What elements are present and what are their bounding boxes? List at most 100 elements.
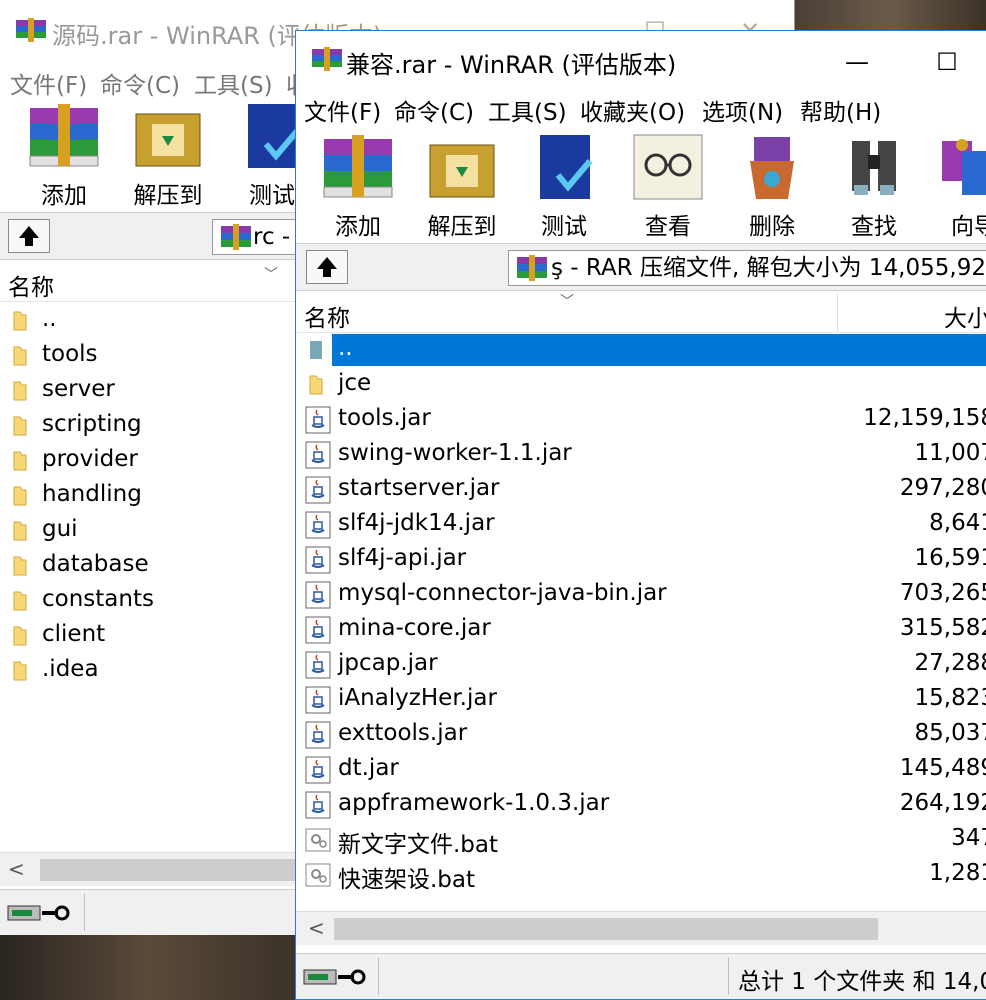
menu-favorites[interactable]: 收藏夹(O) bbox=[580, 93, 685, 127]
scroll-thumb[interactable] bbox=[334, 918, 878, 940]
file-size: 347 bbox=[951, 825, 986, 851]
table-row[interactable]: jpcap.jar 27,288 bbox=[296, 648, 986, 683]
table-row[interactable]: appframework-1.0.3.jar 264,192 bbox=[296, 788, 986, 823]
view-button[interactable]: 查看 bbox=[616, 131, 720, 240]
folder-icon bbox=[309, 375, 323, 395]
folder-icon bbox=[13, 346, 27, 366]
column-name-header[interactable]: 名称 bbox=[304, 299, 350, 333]
java-jar-icon bbox=[305, 721, 331, 749]
minimize-button[interactable]: — bbox=[842, 47, 872, 77]
column-divider[interactable] bbox=[837, 293, 838, 332]
wizard-label: 向导 bbox=[951, 214, 986, 240]
file-name: dt.jar bbox=[338, 755, 399, 781]
java-jar-icon bbox=[305, 441, 331, 469]
table-row[interactable]: .. bbox=[296, 333, 986, 368]
folder-icon bbox=[13, 521, 27, 541]
table-row[interactable]: slf4j-api.jar 16,591 bbox=[296, 543, 986, 578]
folder-icon bbox=[13, 661, 27, 681]
menu-commands[interactable]: 命令(C) bbox=[394, 93, 474, 127]
extract-to-button[interactable]: 解压到 bbox=[116, 100, 220, 209]
list-header: 名称 ﹀ 大小 bbox=[296, 293, 986, 333]
table-row[interactable]: slf4j-jdk14.jar 8,641 bbox=[296, 508, 986, 543]
java-jar-icon bbox=[305, 686, 331, 714]
file-name: appframework-1.0.3.jar bbox=[338, 790, 610, 816]
column-size-header[interactable]: 大小 bbox=[944, 299, 986, 333]
scroll-thumb[interactable] bbox=[40, 859, 296, 881]
horizontal-scrollbar[interactable]: < bbox=[296, 911, 986, 945]
winrar-app-icon bbox=[312, 47, 342, 71]
path-text: ş - RAR 压缩文件, 解包大小为 14,055,927 bbox=[551, 255, 986, 281]
window-title: 兼容.rar - WinRAR (评估版本) bbox=[346, 51, 677, 79]
table-row[interactable]: mina-core.jar 315,582 bbox=[296, 613, 986, 648]
item-name: handling bbox=[42, 481, 142, 507]
selection-highlight bbox=[332, 334, 986, 366]
menu-file[interactable]: 文件(F) bbox=[304, 93, 381, 127]
menu-file[interactable]: 文件(F) bbox=[10, 66, 87, 100]
menu-tools[interactable]: 工具(S) bbox=[488, 93, 567, 127]
column-name-header[interactable]: 名称 bbox=[8, 268, 54, 302]
path-field[interactable]: ş - RAR 压缩文件, 解包大小为 14,055,927 bbox=[508, 250, 986, 286]
view-glasses-icon bbox=[633, 134, 703, 200]
archive-icon bbox=[517, 255, 547, 281]
add-label: 添加 bbox=[41, 183, 87, 209]
find-label: 查找 bbox=[851, 214, 897, 240]
file-name: 新文字文件.bat bbox=[338, 832, 499, 858]
find-button[interactable]: 查找 bbox=[822, 131, 926, 240]
winrar-window-compat[interactable]: 兼容.rar - WinRAR (评估版本) — ☐ 文件(F) 命令(C) 工… bbox=[295, 30, 986, 1000]
menu-tools[interactable]: 工具(S) bbox=[194, 66, 273, 100]
parent-folder-icon bbox=[310, 341, 322, 359]
menu-help[interactable]: 帮助(H) bbox=[800, 93, 881, 127]
file-size: 703,265 bbox=[899, 580, 986, 606]
menu-options[interactable]: 选项(N) bbox=[702, 93, 783, 127]
file-name: tools.jar bbox=[338, 405, 431, 431]
folder-icon bbox=[13, 591, 27, 611]
table-row[interactable]: mysql-connector-java-bin.jar 703,265 bbox=[296, 578, 986, 613]
delete-button[interactable]: 删除 bbox=[720, 131, 824, 240]
archive-add-icon bbox=[323, 135, 393, 198]
wizard-icon bbox=[942, 139, 986, 195]
table-row[interactable]: jce bbox=[296, 368, 986, 403]
item-name: scripting bbox=[42, 411, 142, 437]
file-name: slf4j-api.jar bbox=[338, 545, 467, 571]
extract-to-button[interactable]: 解压到 bbox=[410, 131, 514, 240]
maximize-button[interactable]: ☐ bbox=[932, 47, 962, 77]
title-bar[interactable]: 兼容.rar - WinRAR (评估版本) — ☐ bbox=[296, 31, 986, 89]
path-field[interactable]: rc - bbox=[212, 219, 302, 255]
java-jar-icon bbox=[305, 406, 331, 434]
add-label: 添加 bbox=[335, 214, 381, 240]
up-folder-button[interactable] bbox=[8, 219, 50, 253]
menu-commands[interactable]: 命令(C) bbox=[100, 66, 180, 100]
folder-icon bbox=[13, 626, 27, 646]
table-row[interactable]: startserver.jar 297,280 bbox=[296, 473, 986, 508]
scroll-left-arrow[interactable]: < bbox=[308, 916, 325, 940]
file-name: jpcap.jar bbox=[338, 650, 438, 676]
wizard-button[interactable]: 向导 bbox=[922, 131, 986, 240]
file-size: 85,037 bbox=[914, 720, 986, 746]
folder-icon bbox=[13, 556, 27, 576]
desktop-background bbox=[795, 0, 986, 32]
up-arrow-icon bbox=[19, 226, 39, 246]
table-row[interactable]: exttools.jar 85,037 bbox=[296, 718, 986, 753]
up-arrow-icon bbox=[317, 257, 337, 277]
extract-to-label: 解压到 bbox=[427, 214, 497, 240]
file-name: slf4j-jdk14.jar bbox=[338, 510, 495, 536]
test-button[interactable]: 测试 bbox=[512, 131, 616, 240]
sort-chevron-icon: ﹀ bbox=[264, 267, 278, 283]
table-row[interactable]: swing-worker-1.1.jar 11,007 bbox=[296, 438, 986, 473]
scroll-left-arrow[interactable]: < bbox=[8, 857, 25, 881]
extract-icon bbox=[429, 144, 495, 198]
binoculars-icon bbox=[852, 141, 896, 195]
table-row[interactable]: 新文字文件.bat 347 bbox=[296, 823, 986, 858]
file-size: 8,641 bbox=[929, 510, 986, 536]
table-row[interactable]: dt.jar 145,489 bbox=[296, 753, 986, 788]
table-row[interactable]: 快速架设.bat 1,281 bbox=[296, 858, 986, 893]
item-name: client bbox=[42, 621, 106, 647]
file-size: 11,007 bbox=[914, 440, 986, 466]
table-row[interactable]: tools.jar 12,159,158 bbox=[296, 403, 986, 438]
add-button[interactable]: 添加 bbox=[12, 100, 116, 209]
add-button[interactable]: 添加 bbox=[306, 131, 410, 240]
folder-icon bbox=[13, 311, 27, 331]
table-row[interactable]: iAnalyzHer.jar 15,823 bbox=[296, 683, 986, 718]
up-folder-button[interactable] bbox=[306, 250, 348, 284]
delete-icon bbox=[750, 137, 794, 199]
